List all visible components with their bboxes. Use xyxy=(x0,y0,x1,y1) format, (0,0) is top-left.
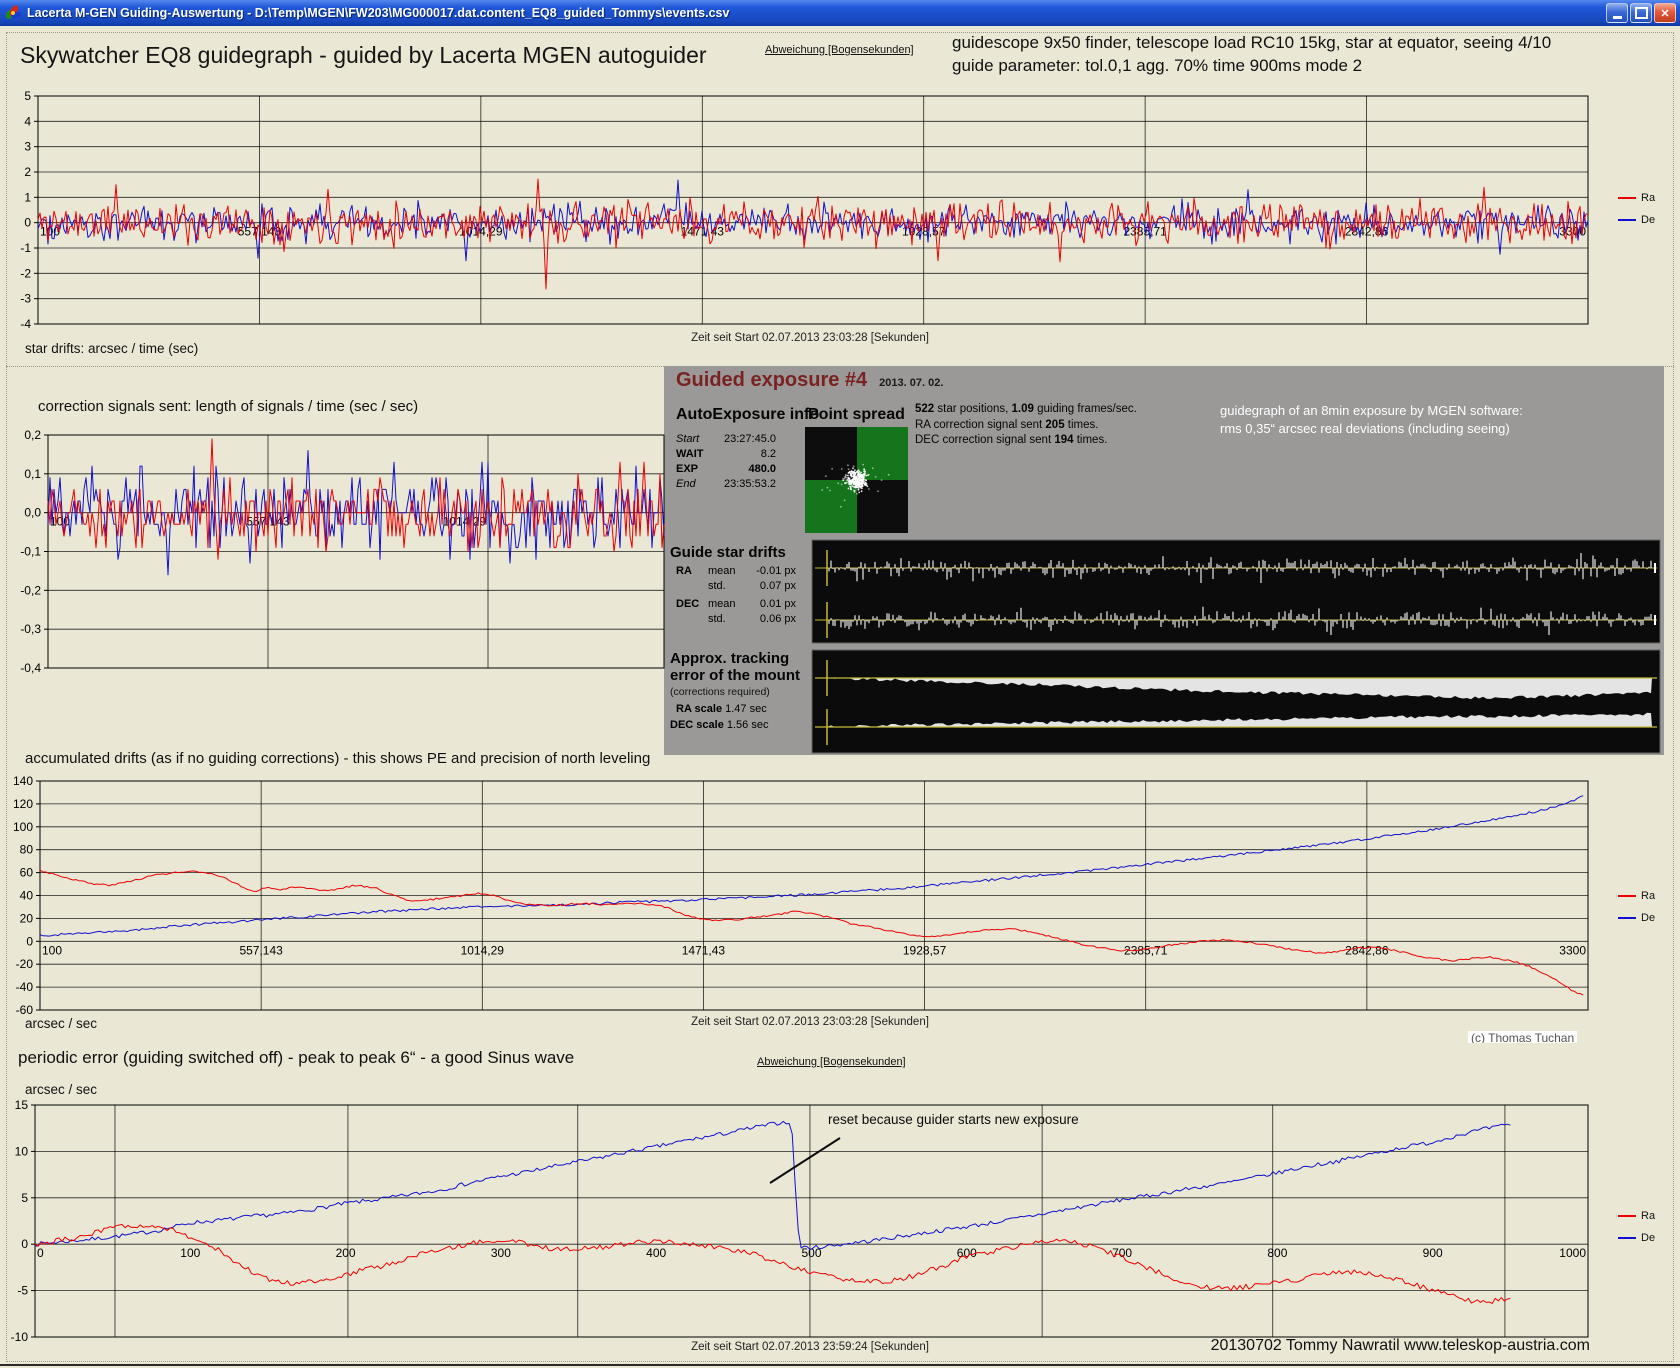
ps-quadrant xyxy=(805,427,857,480)
minimize-button[interactable] xyxy=(1606,3,1628,23)
app-window: Lacerta M-GEN Guiding-Auswertung - D:\Te… xyxy=(0,0,1680,1368)
ra-line-swatch xyxy=(1618,197,1636,199)
autoexposure-table: Start23:27:45.0 WAIT8.2 EXP480.0 End23:3… xyxy=(676,432,776,492)
tracking-heading-line2: error of the mount xyxy=(670,667,800,684)
de-line-swatch xyxy=(1618,1237,1636,1239)
panel-title: Guided exposure #4 xyxy=(676,369,867,392)
legend-ra: Ra xyxy=(1618,1210,1655,1222)
abweichung-link-2[interactable]: Abweichung [Bogensekunden] xyxy=(757,1056,906,1068)
ps-quadrant xyxy=(857,427,909,480)
legend-ra: Ra xyxy=(1618,192,1655,204)
de-line-swatch xyxy=(1618,219,1636,221)
legend-ra: Ra xyxy=(1618,890,1655,902)
de-line-swatch xyxy=(1618,917,1636,919)
guided-exposure-panel: Guided exposure #4 2013. 07. 02. AutoExp… xyxy=(664,366,1664,755)
minimize-icon xyxy=(1613,16,1622,19)
close-icon: ✕ xyxy=(1660,7,1669,20)
stats-line2: RA correction signal sent 205 times. xyxy=(915,418,1137,434)
chart3-ylabel: arcsec / sec xyxy=(25,1016,97,1031)
stats-line1: 522 star positions, 1.09 guiding frames/… xyxy=(915,402,1137,418)
setup-info-line2: guide parameter: tol.0,1 agg. 70% time 9… xyxy=(952,56,1362,76)
stats-line3: DEC correction signal sent 194 times. xyxy=(915,433,1137,449)
panel-date: 2013. 07. 02. xyxy=(879,377,943,389)
exposure-row-start: Start23:27:45.0 xyxy=(676,432,776,447)
legend-de: De xyxy=(1618,912,1655,924)
pointspread-heading: Point spread xyxy=(808,406,905,424)
accumulated-drifts-chart xyxy=(40,781,1588,1010)
setup-info-line1: guidescope 9x50 finder, telescope load R… xyxy=(952,33,1551,53)
point-spread-image xyxy=(805,427,908,533)
tracking-sub: (corrections required) xyxy=(670,686,770,698)
star-drifts-chart xyxy=(38,96,1588,324)
window-bottom-edge xyxy=(0,1364,1680,1366)
chart2-title: correction signals sent: length of signa… xyxy=(38,398,418,415)
maximize-icon xyxy=(1635,7,1648,19)
periodic-error-chart xyxy=(35,1105,1588,1337)
exposure-row-end: End23:35:53.2 xyxy=(676,477,776,492)
legend-de: De xyxy=(1618,214,1655,226)
exposure-row-wait: WAIT8.2 xyxy=(676,447,776,462)
ra-line-swatch xyxy=(1618,1215,1636,1217)
ra-line-swatch xyxy=(1618,895,1636,897)
chart3-title: accumulated drifts (as if no guiding cor… xyxy=(25,750,650,767)
chart4-ylabel: arcsec / sec xyxy=(25,1082,97,1097)
guide-star-drifts-heading: Guide star drifts xyxy=(670,544,786,561)
correction-signals-chart xyxy=(48,435,664,668)
rms-note: guidegraph of an 8min exposure by MGEN s… xyxy=(1220,402,1523,437)
chart1-legend: Ra De xyxy=(1618,192,1655,226)
ra-scale-row: RA scale 1.47 sec xyxy=(676,702,767,717)
chart4-title: periodic error (guiding switched off) - … xyxy=(18,1048,574,1068)
window-title: Lacerta M-GEN Guiding-Auswertung - D:\Te… xyxy=(27,6,729,20)
legend-de: De xyxy=(1618,1232,1655,1244)
abweichung-link[interactable]: Abweichung [Bogensekunden] xyxy=(765,44,914,56)
reset-annotation: reset because guider starts new exposure xyxy=(828,1112,1079,1127)
maximize-button[interactable] xyxy=(1630,3,1652,23)
ps-quadrant xyxy=(857,480,909,533)
chart1-xlabel: Zeit seit Start 02.07.2013 23:03:28 [Sek… xyxy=(560,332,1060,344)
tracking-heading-line1: Approx. tracking xyxy=(670,650,789,667)
dec-scale-row: DEC scale 1.56 sec xyxy=(670,718,768,733)
chart3-legend: Ra De xyxy=(1618,890,1655,924)
exposure-row-exp: EXP480.0 xyxy=(676,462,776,477)
app-icon xyxy=(4,4,22,22)
chart4-xlabel: Zeit seit Start 02.07.2013 23:59:24 [Sek… xyxy=(560,1341,1060,1353)
credit-clipped: (c) Thomas Tuchan xyxy=(1468,1031,1577,1043)
guide-star-drifts-table: RAmean-0.01 px std.0.07 px DECmean0.01 p… xyxy=(672,564,796,626)
chart3-xlabel: Zeit seit Start 02.07.2013 23:03:28 [Sek… xyxy=(560,1016,1060,1028)
title-bar[interactable]: Lacerta M-GEN Guiding-Auswertung - D:\Te… xyxy=(0,0,1680,26)
chart1-caption: star drifts: arcsec / time (sec) xyxy=(25,341,198,356)
guiding-stats: 522 star positions, 1.09 guiding frames/… xyxy=(915,402,1137,449)
credit: 20130702 Tommy Nawratil www.teleskop-aus… xyxy=(1150,1337,1590,1355)
chart4-legend: Ra De xyxy=(1618,1210,1655,1244)
autoexposure-heading: AutoExposure info xyxy=(676,406,819,424)
close-button[interactable]: ✕ xyxy=(1654,3,1676,23)
page-title: Skywatcher EQ8 guidegraph - guided by La… xyxy=(20,42,707,69)
ps-quadrant xyxy=(805,480,857,533)
